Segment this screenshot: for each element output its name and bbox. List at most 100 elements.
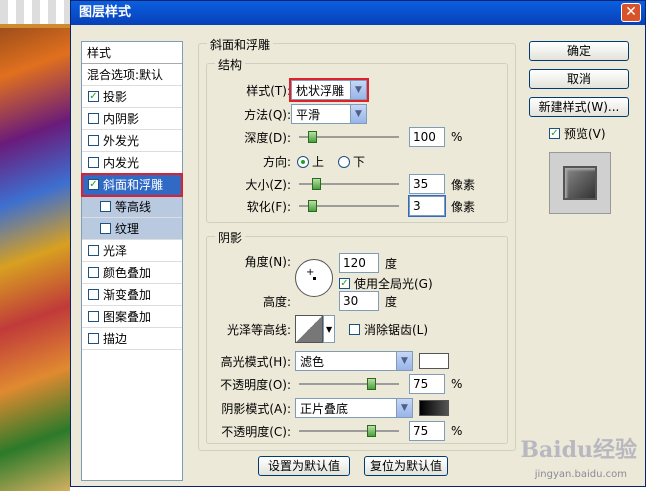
gradient-overlay-checkbox[interactable] (88, 289, 99, 300)
direction-down-radio[interactable] (338, 155, 351, 168)
altitude-unit: 度 (385, 294, 398, 309)
preview-row[interactable]: ✓ 预览(V) (529, 125, 631, 142)
set-default-button[interactable]: 设置为默认值 (258, 456, 350, 476)
style-item-label: 斜面和浮雕 (103, 177, 164, 192)
style-label: 样式(T): (246, 83, 291, 98)
anti-alias-checkbox[interactable] (349, 323, 360, 335)
chevron-down-icon: ▼ (350, 81, 366, 99)
highlight-color-swatch[interactable] (419, 353, 449, 369)
style-item-gradient-overlay[interactable]: 渐变叠加 (82, 284, 182, 306)
drop-shadow-checkbox[interactable]: ✓ (88, 91, 99, 102)
slider-thumb[interactable] (308, 131, 317, 143)
contour-checkbox[interactable] (100, 201, 111, 212)
style-item-outer-glow[interactable]: 外发光 (82, 130, 182, 152)
soften-input[interactable]: 3 (408, 195, 446, 217)
structure-title: 结构 (215, 56, 246, 73)
chevron-down-icon: ▼ (396, 399, 412, 417)
global-light-label: 使用全局光(G) (354, 277, 433, 291)
slider-thumb[interactable] (367, 425, 376, 437)
bevel-emboss-title: 斜面和浮雕 (207, 36, 274, 53)
shadow-color-swatch[interactable] (419, 400, 449, 416)
shadow-opacity-slider[interactable] (299, 424, 399, 438)
size-input[interactable]: 35 (409, 174, 445, 194)
close-button[interactable]: ✕ (621, 3, 641, 22)
shadow-mode-select[interactable]: 正片叠底 ▼ (295, 398, 413, 418)
satin-checkbox[interactable] (88, 245, 99, 256)
size-label: 大小(Z): (245, 177, 291, 192)
highlight-opacity-input[interactable]: 75 (409, 374, 445, 394)
preview-thumbnail (549, 152, 611, 214)
inner-glow-checkbox[interactable] (88, 157, 99, 168)
dialog-titlebar: 图层样式 ✕ (71, 1, 645, 25)
angle-input[interactable]: 120 (339, 253, 379, 273)
technique-label: 方法(Q): (244, 107, 291, 122)
angle-dial[interactable]: + (295, 259, 333, 297)
style-item-label: 外发光 (103, 133, 140, 148)
percent-unit: % (451, 130, 463, 144)
global-light-checkbox[interactable]: ✓ (339, 278, 350, 289)
style-item-label: 图案叠加 (103, 309, 152, 324)
style-item-stroke[interactable]: 描边 (82, 328, 182, 350)
highlight-mode-select[interactable]: 滤色 ▼ (295, 351, 413, 371)
style-item-label: 光泽 (103, 243, 128, 258)
slider-track (299, 383, 399, 385)
anti-alias-label: 消除锯齿(L) (364, 322, 429, 337)
angle-label: 角度(N): (244, 255, 291, 269)
blend-options-item[interactable]: 混合选项:默认 (82, 64, 182, 86)
soften-slider[interactable] (299, 199, 399, 213)
bevel-emboss-checkbox[interactable]: ✓ (88, 179, 99, 190)
style-item-color-overlay[interactable]: 颜色叠加 (82, 262, 182, 284)
depth-slider[interactable] (299, 130, 399, 144)
color-overlay-checkbox[interactable] (88, 267, 99, 278)
reset-default-button[interactable]: 复位为默认值 (364, 456, 448, 476)
pattern-overlay-checkbox[interactable] (88, 311, 99, 322)
gloss-contour-label: 光泽等高线: (226, 322, 291, 337)
altitude-label: 高度: (262, 295, 291, 309)
style-item-drop-shadow[interactable]: ✓ 投影 (82, 86, 182, 108)
outer-glow-checkbox[interactable] (88, 135, 99, 146)
altitude-input[interactable]: 30 (339, 291, 379, 311)
background-checker (0, 0, 70, 28)
style-item-contour[interactable]: 等高线 (82, 196, 182, 218)
style-item-satin[interactable]: 光泽 (82, 240, 182, 262)
stroke-checkbox[interactable] (88, 333, 99, 344)
chevron-down-icon: ▼ (396, 352, 412, 370)
slider-thumb[interactable] (312, 178, 321, 190)
technique-select[interactable]: 平滑 ▼ (291, 104, 367, 124)
soften-unit: 像素 (451, 199, 476, 214)
size-unit: 像素 (451, 177, 476, 192)
gloss-contour-swatch[interactable] (295, 315, 323, 343)
cancel-button[interactable]: 取消 (529, 69, 629, 89)
style-item-inner-glow[interactable]: 内发光 (82, 152, 182, 174)
depth-label: 深度(D): (244, 130, 291, 145)
style-select[interactable]: 枕状浮雕 ▼ (289, 78, 369, 102)
gloss-contour-dropdown[interactable]: ▼ (323, 315, 335, 343)
new-style-button[interactable]: 新建样式(W)... (529, 97, 629, 117)
style-select-value: 枕状浮雕 (296, 83, 345, 98)
highlight-opacity-label: 不透明度(O): (220, 377, 291, 392)
ok-button[interactable]: 确定 (529, 41, 629, 61)
depth-input[interactable]: 100 (409, 127, 445, 147)
style-item-inner-shadow[interactable]: 内阴影 (82, 108, 182, 130)
dialog-title: 图层样式 (79, 5, 132, 20)
style-item-bevel-emboss[interactable]: ✓ 斜面和浮雕 (81, 173, 183, 197)
styles-header[interactable]: 样式 (82, 42, 182, 64)
direction-up-radio[interactable] (297, 155, 309, 168)
watermark-url: jingyan.baidu.com (534, 469, 627, 480)
preview-label: 预览(V) (564, 127, 606, 141)
technique-select-value: 平滑 (296, 107, 321, 122)
style-item-texture[interactable]: 纹理 (82, 218, 182, 240)
slider-thumb[interactable] (308, 200, 317, 212)
chevron-down-icon: ▼ (326, 324, 333, 334)
size-slider[interactable] (299, 177, 399, 191)
slider-thumb[interactable] (367, 378, 376, 390)
chevron-down-icon: ▼ (350, 105, 366, 123)
highlight-opacity-slider[interactable] (299, 377, 399, 391)
preview-checkbox[interactable]: ✓ (549, 128, 560, 139)
shadow-opacity-input[interactable]: 75 (409, 421, 445, 441)
texture-checkbox[interactable] (100, 223, 111, 234)
style-item-pattern-overlay[interactable]: 图案叠加 (82, 306, 182, 328)
inner-shadow-checkbox[interactable] (88, 113, 99, 124)
shadow-opacity-label: 不透明度(C): (221, 424, 291, 439)
style-item-label: 纹理 (115, 221, 140, 236)
